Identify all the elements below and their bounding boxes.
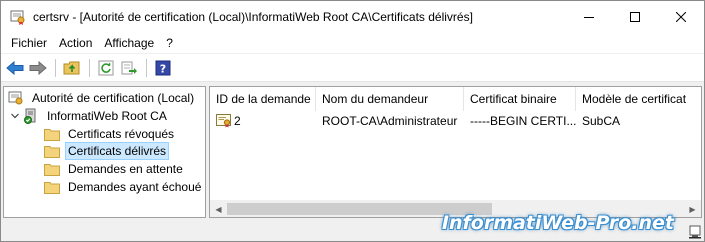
toolbar-separator bbox=[55, 58, 56, 77]
minimize-button[interactable] bbox=[566, 1, 612, 33]
cell-request-id: 2 bbox=[210, 114, 316, 128]
tree-folder-label: Certificats délivrés bbox=[65, 142, 170, 160]
folder-icon bbox=[44, 145, 60, 158]
tree-ca-label: InformatiWeb Root CA bbox=[47, 109, 167, 123]
menu-bar: Fichier Action Affichage ? bbox=[1, 33, 704, 53]
menu-help[interactable]: ? bbox=[160, 36, 179, 50]
tree-folder-label: Demandes ayant échoué bbox=[68, 180, 202, 194]
window-title: certsrv - [Autorité de certification (Lo… bbox=[33, 10, 473, 24]
console-tree[interactable]: Autorité de certification (Local) Inform… bbox=[3, 86, 206, 218]
cell-binary-cert: -----BEGIN CERTI... bbox=[470, 114, 576, 128]
back-button[interactable] bbox=[4, 57, 26, 79]
request-id-value: 2 bbox=[234, 114, 241, 128]
folder-icon bbox=[44, 128, 60, 141]
tree-folder-revoked[interactable]: Certificats révoqués bbox=[44, 125, 177, 143]
tree-ca-node[interactable]: InformatiWeb Root CA bbox=[10, 107, 170, 125]
tree-folder-label: Demandes en attente bbox=[68, 162, 183, 176]
tree-folder-failed[interactable]: Demandes ayant échoué bbox=[44, 178, 204, 196]
column-header-binary-cert[interactable]: Certificat binaire bbox=[464, 87, 576, 111]
list-header: ID de la demande Nom du demandeur Certif… bbox=[210, 87, 701, 111]
minimize-icon bbox=[584, 17, 594, 18]
column-header-requester[interactable]: Nom du demandeur bbox=[316, 87, 464, 111]
table-row[interactable]: 2 ROOT-CA\Administrateur -----BEGIN CERT… bbox=[210, 111, 701, 131]
export-list-button[interactable] bbox=[118, 57, 140, 79]
menu-fichier[interactable]: Fichier bbox=[5, 36, 53, 50]
results-list[interactable]: ID de la demande Nom du demandeur Certif… bbox=[209, 86, 702, 218]
cell-template: SubCA bbox=[582, 114, 621, 128]
column-header-request-id[interactable]: ID de la demande bbox=[210, 87, 316, 111]
tree-root-label: Autorité de certification (Local) bbox=[32, 91, 195, 105]
cell-requester: ROOT-CA\Administrateur bbox=[322, 114, 458, 128]
column-header-template[interactable]: Modèle de certificat bbox=[576, 87, 701, 111]
certificate-authority-icon bbox=[8, 91, 23, 105]
help-button[interactable]: ? bbox=[152, 57, 174, 79]
maximize-button[interactable] bbox=[612, 1, 658, 33]
tree-root[interactable]: Autorité de certification (Local) bbox=[8, 89, 197, 107]
refresh-button[interactable] bbox=[95, 57, 117, 79]
tree-folder-label: Certificats révoqués bbox=[68, 127, 175, 141]
close-button[interactable] bbox=[658, 1, 704, 33]
scroll-right-arrow[interactable]: ▶ bbox=[684, 201, 701, 217]
up-level-button[interactable] bbox=[61, 57, 83, 79]
tree-folder-pending[interactable]: Demandes en attente bbox=[44, 160, 186, 178]
toolbar: ? bbox=[1, 54, 704, 82]
title-bar[interactable]: certsrv - [Autorité de certification (Lo… bbox=[1, 1, 704, 33]
tree-folder-issued[interactable]: Certificats délivrés bbox=[44, 142, 170, 160]
folder-up-icon bbox=[63, 61, 80, 74]
maximize-icon bbox=[630, 12, 640, 22]
menu-affichage[interactable]: Affichage bbox=[98, 36, 160, 50]
toolbar-separator bbox=[89, 58, 90, 77]
certificate-icon bbox=[216, 114, 231, 128]
chevron-down-icon[interactable] bbox=[10, 111, 20, 121]
resize-grip-icon[interactable] bbox=[688, 225, 702, 239]
menu-action[interactable]: Action bbox=[53, 36, 98, 50]
forward-button[interactable] bbox=[27, 57, 49, 79]
folder-icon bbox=[44, 163, 60, 176]
export-list-icon bbox=[121, 61, 137, 74]
scroll-left-arrow[interactable]: ◀ bbox=[210, 201, 227, 217]
svg-text:?: ? bbox=[160, 62, 166, 75]
close-icon bbox=[676, 12, 686, 22]
arrow-right-icon bbox=[29, 60, 47, 75]
refresh-icon bbox=[98, 60, 114, 75]
watermark-text: InformatiWeb-Pro.net bbox=[441, 212, 674, 234]
toolbar-separator bbox=[146, 58, 147, 77]
help-icon: ? bbox=[155, 60, 171, 75]
ca-server-icon bbox=[24, 108, 36, 124]
arrow-left-icon bbox=[6, 60, 24, 75]
folder-icon bbox=[44, 181, 60, 194]
certsrv-app-icon bbox=[10, 9, 26, 25]
mmc-window: certsrv - [Autorité de certification (Lo… bbox=[0, 0, 705, 242]
